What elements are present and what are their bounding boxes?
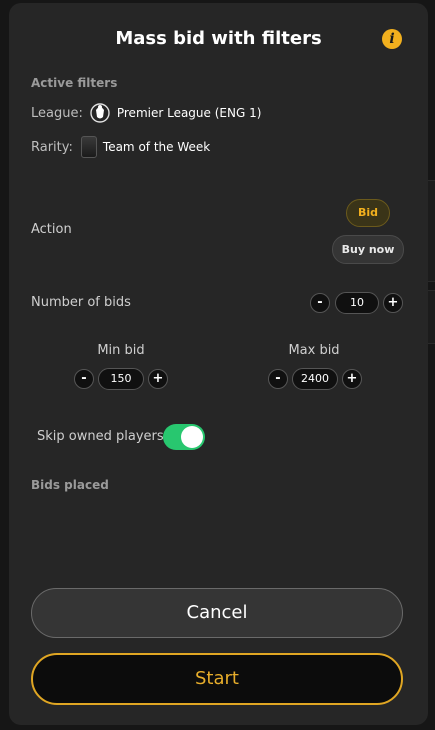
- skip-owned-players-label: Skip owned players: [37, 429, 164, 444]
- min-bid-increment-button[interactable]: +: [148, 369, 168, 389]
- mass-bid-modal: Mass bid with filters i Active filters L…: [9, 3, 428, 725]
- team-of-the-week-card-icon: [80, 136, 97, 158]
- league-filter: League: Premier League (ENG 1): [31, 101, 261, 125]
- premier-league-icon: [89, 101, 111, 125]
- start-button[interactable]: Start: [31, 653, 403, 705]
- max-bid-increment-button[interactable]: +: [342, 369, 362, 389]
- min-bid-decrement-button[interactable]: -: [74, 369, 94, 389]
- league-value: Premier League (ENG 1): [116, 106, 262, 120]
- rarity-filter: Rarity: Team of the Week: [31, 136, 210, 158]
- rarity-value: Team of the Week: [102, 140, 211, 154]
- modal-title: Mass bid with filters: [115, 28, 322, 49]
- toggle-knob: [181, 426, 203, 448]
- bids-placed-heading: Bids placed: [31, 478, 109, 492]
- league-label: League:: [31, 105, 83, 121]
- number-of-bids-input[interactable]: 10: [335, 292, 379, 314]
- max-bid-input[interactable]: 2400: [292, 368, 338, 390]
- active-filters-heading: Active filters: [31, 76, 118, 90]
- number-of-bids-label: Number of bids: [31, 295, 131, 310]
- info-icon[interactable]: i: [382, 29, 402, 49]
- skip-owned-players-toggle[interactable]: [163, 424, 205, 450]
- action-label: Action: [31, 222, 72, 237]
- min-bid-input[interactable]: 150: [98, 368, 144, 390]
- cancel-button[interactable]: Cancel: [31, 588, 403, 638]
- number-of-bids-decrement-button[interactable]: -: [310, 293, 330, 313]
- max-bid-decrement-button[interactable]: -: [268, 369, 288, 389]
- bid-action-button[interactable]: Bid: [346, 199, 390, 227]
- buy-now-action-button[interactable]: Buy now: [332, 235, 404, 264]
- min-bid-label: Min bid: [97, 343, 145, 358]
- max-bid-label: Max bid: [288, 343, 340, 358]
- number-of-bids-increment-button[interactable]: +: [383, 293, 403, 313]
- rarity-label: Rarity:: [31, 139, 73, 155]
